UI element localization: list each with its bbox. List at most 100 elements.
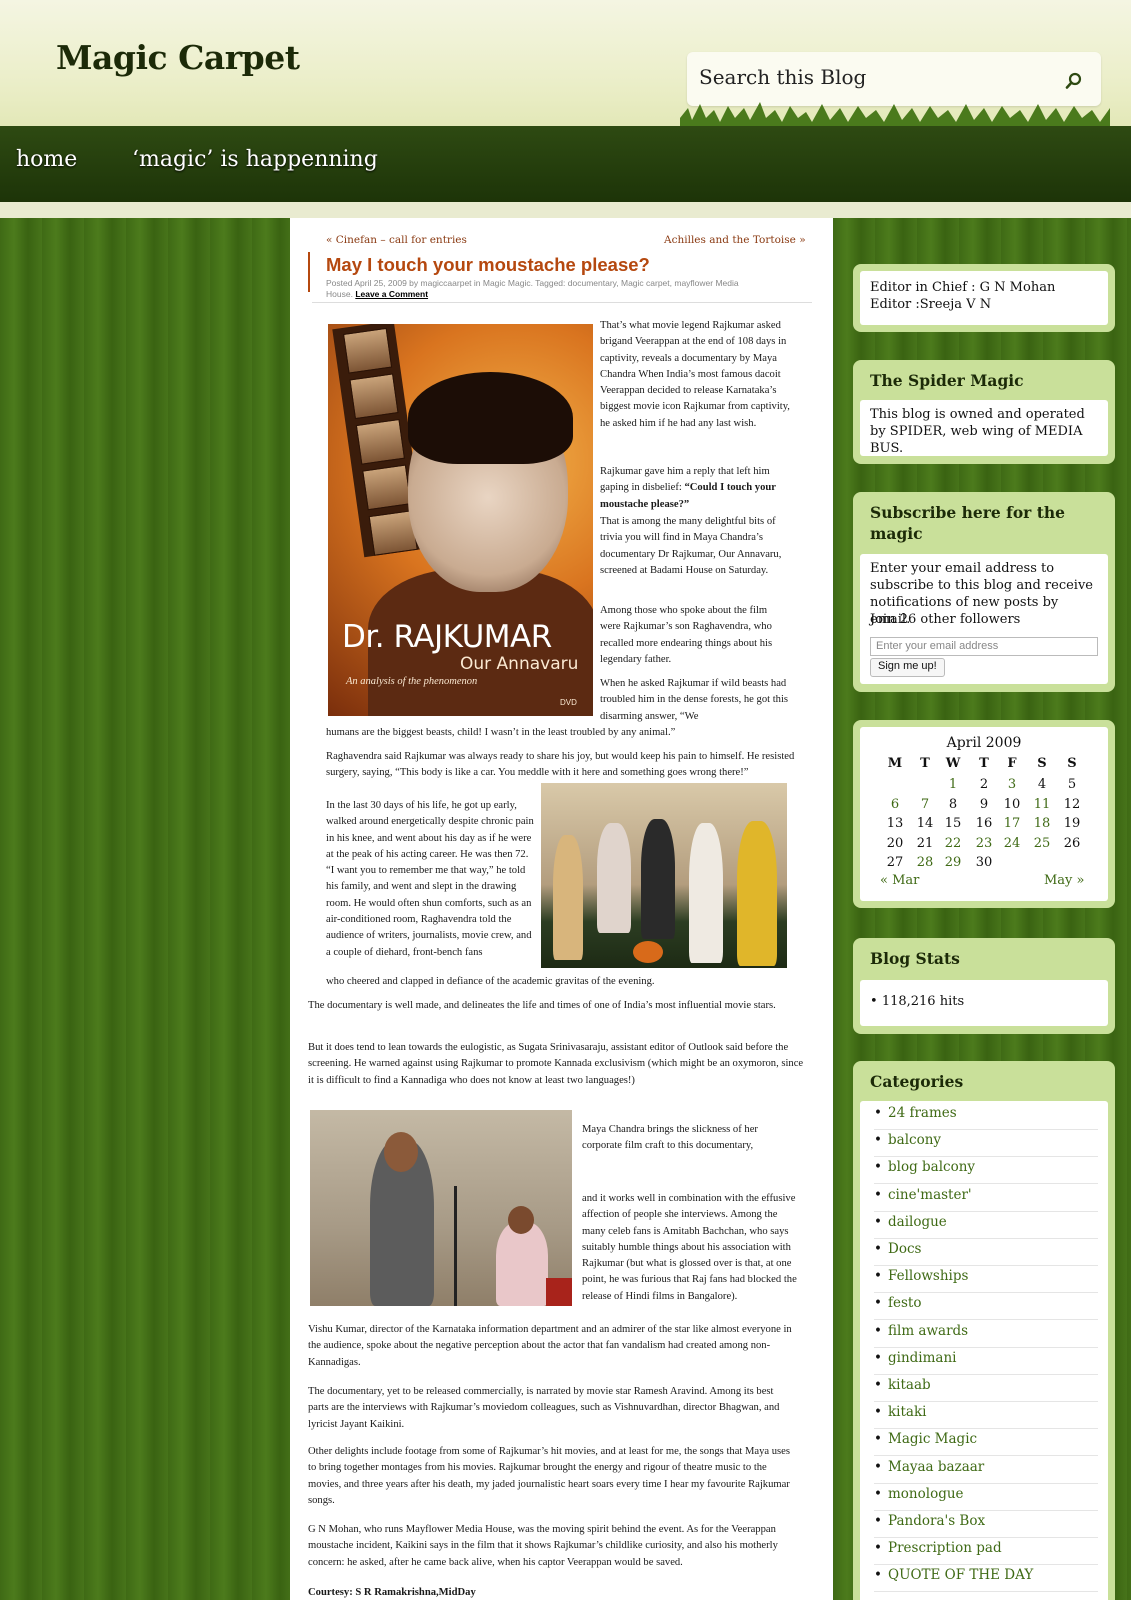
- calendar-day[interactable]: 28: [910, 855, 940, 870]
- calendar-day[interactable]: 11: [1027, 797, 1057, 812]
- calendar-day: 16: [975, 816, 993, 831]
- portrait-hair: [408, 372, 573, 464]
- category-item[interactable]: • Pandora's Box: [874, 1511, 1098, 1538]
- category-label[interactable]: gindimani: [888, 1350, 956, 1366]
- category-item[interactable]: • 24 frames: [874, 1103, 1098, 1130]
- nav-magic-is-happenning[interactable]: ‘magic’ is happenning: [132, 147, 378, 172]
- next-post-link[interactable]: Achilles and the Tortoise »: [664, 234, 806, 246]
- calendar-day[interactable]: 18: [1027, 816, 1057, 831]
- nav-separator: [0, 202, 1131, 218]
- category-item[interactable]: • monologue: [874, 1484, 1098, 1511]
- category-label[interactable]: Prescription pad: [888, 1540, 1002, 1556]
- category-label[interactable]: 24 frames: [888, 1105, 957, 1121]
- search-icon[interactable]: [1065, 72, 1083, 90]
- category-item[interactable]: • Fellowships: [874, 1266, 1098, 1294]
- site-title[interactable]: Magic Carpet: [56, 38, 300, 77]
- courtesy-line: Courtesy: S R Ramakrishna,MidDay: [308, 1587, 476, 1598]
- calendar-day: 4: [1037, 777, 1047, 792]
- paragraph-1: That’s what movie legend Rajkumar asked …: [600, 320, 790, 429]
- calendar-day[interactable]: 17: [997, 816, 1027, 831]
- category-label[interactable]: Pandora's Box: [888, 1513, 985, 1529]
- category-label[interactable]: QUOTE OF THE DAY: [888, 1567, 1033, 1583]
- calendar-day: 14: [916, 816, 934, 831]
- calendar-day: 30: [975, 855, 993, 870]
- bullet-icon: •: [874, 1295, 882, 1312]
- email-field[interactable]: Enter your email address: [870, 637, 1098, 656]
- category-item[interactable]: • QUOTE OF THE DAY: [874, 1565, 1098, 1593]
- calendar-day[interactable]: 1: [938, 777, 968, 792]
- speaker-photo: [310, 1110, 572, 1306]
- prev-post-link[interactable]: « Cinefan – call for entries: [326, 234, 467, 246]
- calendar-day[interactable]: 24: [997, 836, 1027, 851]
- category-item[interactable]: • Prescription pad: [874, 1538, 1098, 1566]
- bullet-icon: •: [874, 1377, 882, 1393]
- calendar-day: 12: [1063, 796, 1081, 812]
- calendar-prev-link[interactable]: « Mar: [880, 873, 919, 888]
- title-accent-bar: [308, 252, 310, 292]
- category-label[interactable]: cine'master': [888, 1187, 972, 1203]
- category-item[interactable]: • Docs: [874, 1239, 1098, 1266]
- category-label[interactable]: Fellowships: [888, 1268, 968, 1284]
- calendar-next-link[interactable]: May »: [1044, 873, 1085, 888]
- calendar-day[interactable]: 6: [880, 797, 910, 812]
- category-item[interactable]: • Mayaa bazaar: [874, 1457, 1098, 1484]
- calendar-day[interactable]: 7: [910, 797, 940, 812]
- grass-decoration: [680, 102, 1110, 126]
- calendar-day[interactable]: 23: [969, 836, 999, 851]
- calendar-day[interactable]: 25: [1027, 836, 1057, 851]
- dvd-label: DVD: [560, 698, 577, 707]
- category-item[interactable]: • cine'master': [874, 1185, 1098, 1212]
- paragraph-6: Raghavendra said Rajkumar was always rea…: [326, 751, 795, 779]
- post-meta-line: Posted April 25, 2009 by magiccaarpet in…: [326, 278, 739, 288]
- calendar-day: 19: [1063, 816, 1081, 831]
- paragraph-5: When he asked Rajkumar if wild beasts ha…: [600, 678, 789, 722]
- category-label[interactable]: Magic Magic: [888, 1431, 977, 1447]
- category-label[interactable]: film awards: [888, 1323, 968, 1339]
- calendar-weekday-header: T: [979, 756, 989, 771]
- bullet-icon: •: [874, 1105, 882, 1121]
- category-item[interactable]: • Magic Magic: [874, 1429, 1098, 1457]
- category-item[interactable]: • festo: [874, 1293, 1098, 1321]
- category-label[interactable]: monologue: [888, 1486, 964, 1502]
- paragraph-9: But it does tend to lean towards the eul…: [308, 1042, 804, 1086]
- calendar-weekday-header: F: [1007, 756, 1017, 771]
- category-label[interactable]: Mayaa bazaar: [888, 1459, 984, 1475]
- category-item[interactable]: • blog balcony: [874, 1157, 1098, 1185]
- nav-home[interactable]: home: [16, 147, 77, 172]
- category-item[interactable]: • film awards: [874, 1321, 1098, 1348]
- category-label[interactable]: kitaab: [888, 1377, 931, 1393]
- category-label[interactable]: blog balcony: [888, 1159, 975, 1175]
- category-item[interactable]: • kitaab: [874, 1375, 1098, 1402]
- subscribe-title: Subscribe here for the magic: [870, 503, 1066, 543]
- hits-value: 118,216 hits: [881, 994, 965, 1009]
- calendar-day: 27: [886, 855, 904, 870]
- calendar-day[interactable]: 22: [938, 836, 968, 851]
- calendar-day: 10: [1003, 796, 1021, 812]
- calendar-day: 26: [1063, 835, 1081, 851]
- post-title[interactable]: May I touch your moustache please?: [326, 254, 650, 276]
- category-item[interactable]: • gindimani: [874, 1348, 1098, 1375]
- site-header: Magic Carpet Search this Blog: [0, 0, 1131, 126]
- post-meta: Posted April 25, 2009 by magiccaarpet in…: [326, 278, 806, 300]
- category-item[interactable]: • balcony: [874, 1130, 1098, 1158]
- paragraph-7: In the last 30 days of his life, he got …: [326, 800, 534, 958]
- bullet-icon: •: [874, 1349, 882, 1366]
- calendar-day[interactable]: 29: [938, 855, 968, 870]
- category-label[interactable]: dailogue: [888, 1214, 947, 1230]
- sign-me-up-button[interactable]: Sign me up!: [870, 658, 945, 677]
- category-label[interactable]: balcony: [888, 1132, 941, 1148]
- category-label[interactable]: Docs: [888, 1241, 921, 1257]
- calendar-day[interactable]: 3: [997, 777, 1027, 792]
- paragraph-12: Vishu Kumar, director of the Karnataka i…: [308, 1324, 792, 1368]
- blog-stats-widget: Blog Stats • 118,216 hits: [853, 938, 1115, 1034]
- calendar-weekday-header: M: [887, 756, 903, 771]
- category-label[interactable]: kitaki: [888, 1404, 926, 1420]
- category-label[interactable]: festo: [888, 1295, 921, 1311]
- category-item[interactable]: • dailogue: [874, 1212, 1098, 1239]
- category-item[interactable]: • kitaki: [874, 1402, 1098, 1430]
- leave-comment-link[interactable]: Leave a Comment: [355, 289, 428, 299]
- paragraph-5-continued: humans are the biggest beasts, child! I …: [326, 727, 676, 738]
- dvd-subtitle: Our Annavaru: [460, 654, 579, 674]
- calendar-day: 8: [948, 796, 958, 812]
- calendar-day: 15: [944, 816, 962, 831]
